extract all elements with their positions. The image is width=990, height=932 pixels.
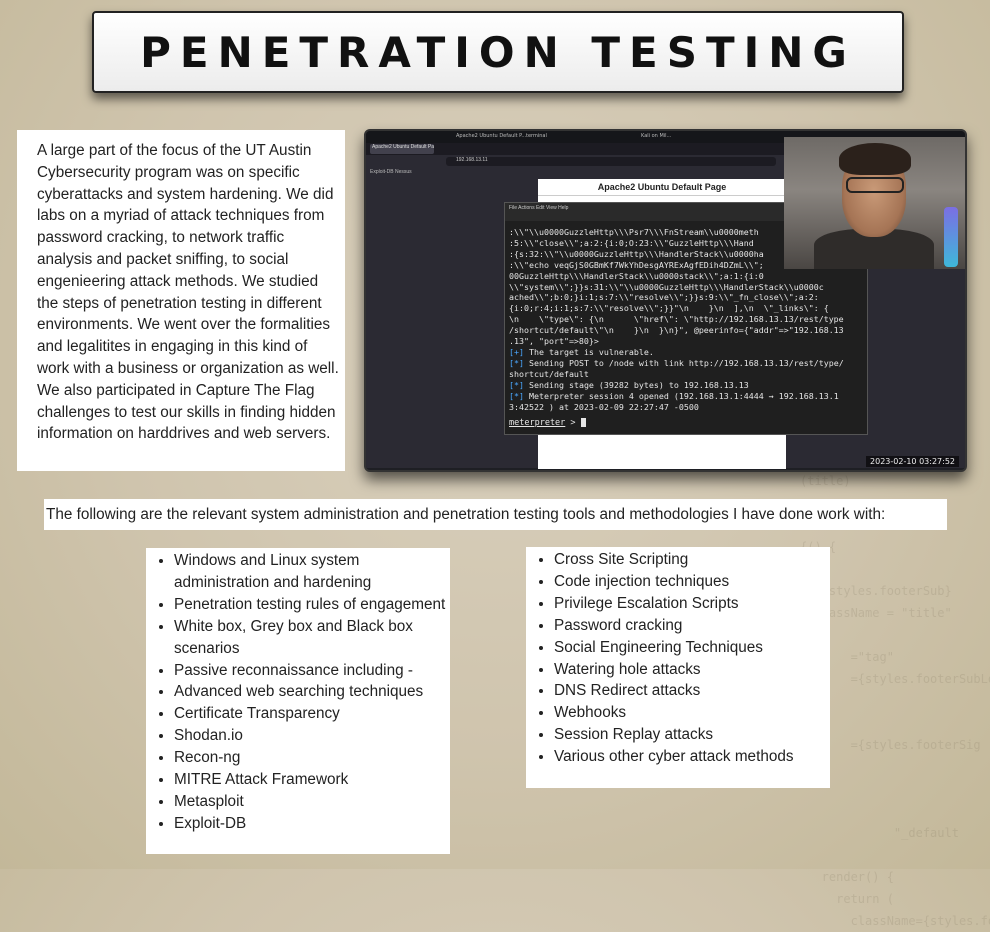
taskbar-item-terminal: terminal: [526, 133, 547, 139]
taskbar-item-browser: Apache2 Ubuntu Default P...: [456, 133, 527, 139]
list-item: Webhooks: [554, 702, 830, 724]
tools-intro: The following are the relevant system ad…: [44, 499, 947, 530]
status-text: Sending POST to /node with link http://1…: [524, 357, 844, 368]
status-tag: [*]: [509, 390, 524, 401]
list-item: Windows and Linux system administration …: [174, 550, 450, 594]
status-text: 3:42522 ) at 2023-02-09 22:27:47 -0500: [509, 401, 699, 412]
prompt-label: meterpreter: [509, 418, 566, 428]
terminal-line: \\"system\\";}}s:31:\\"\\u0000GuzzleHttp…: [509, 281, 824, 292]
terminal-line: :\\"\\u0000GuzzleHttp\\\Psr7\\\FnStream\…: [509, 227, 759, 237]
penetration-test-screenshot: Apache2 Ubuntu Default P... terminal Kal…: [364, 129, 967, 472]
browser-tab: Apache2 Ubuntu Default Pa: [370, 144, 434, 154]
terminal-prompt: meterpreter >: [509, 418, 586, 428]
status-tag: [*]: [509, 379, 524, 390]
terminal-line: {i:0;r:4;i:1;s:7:\\"resolve\\";}}"\n }\n…: [509, 303, 829, 314]
title-banner: PENETRATION TESTING: [92, 11, 904, 93]
screenshot-timestamp: 2023-02-10 03:27:52: [866, 456, 959, 467]
terminal-line: .13", "port"=>80}>: [509, 336, 599, 347]
tools-list-left: Windows and Linux system administration …: [146, 548, 450, 854]
list-item: Recon-ng: [174, 747, 450, 769]
status-tag: [+]: [509, 346, 524, 357]
list-item: Certificate Transparency: [174, 703, 450, 725]
status-text: shortcut/default: [509, 368, 589, 379]
webcam-rgb-light: [944, 207, 958, 267]
list-item: MITRE Attack Framework: [174, 769, 450, 791]
list-item: Exploit-DB: [174, 813, 450, 835]
list-item: Advanced web searching techniques: [174, 681, 450, 703]
page-title: PENETRATION TESTING: [140, 27, 856, 77]
terminal-line: :{s:32:\\"\\u0000GuzzleHttp\\\HandlerSta…: [509, 248, 764, 259]
apache-page-title: Apache2 Ubuntu Default Page: [538, 179, 786, 196]
status-tag: [*]: [509, 357, 524, 368]
status-text: The target is vulnerable.: [524, 346, 654, 357]
list-item: Social Engineering Techniques: [554, 637, 830, 659]
intro-text: A large part of the focus of the UT Aust…: [17, 130, 345, 471]
list-item: Metasploit: [174, 791, 450, 813]
terminal-cursor: [580, 418, 586, 427]
tools-list: Windows and Linux system administration …: [146, 550, 450, 835]
browser-bookmarks: Exploit-DB Nessus: [370, 169, 412, 175]
terminal-line: :5:\\"close\\";a:2:{i:0;O:23:\\"GuzzleHt…: [509, 237, 754, 248]
list-item: Various other cyber attack methods: [554, 746, 830, 768]
list-item: Shodan.io: [174, 725, 450, 747]
list-item: Watering hole attacks: [554, 659, 830, 681]
webcam-person-hair: [839, 143, 911, 175]
terminal-line: ached\\";b:0;}i:1;s:7:\\"resolve\\";}}s:…: [509, 292, 819, 303]
list-item: Code injection techniques: [554, 571, 830, 593]
terminal-line: /shortcut/default\"\n }\n }\n}", @peerin…: [509, 325, 844, 336]
list-item: Session Replay attacks: [554, 724, 830, 746]
browser-url-bar: 192.168.13.11: [446, 157, 776, 166]
status-text: Sending stage (39282 bytes) to 192.168.1…: [524, 379, 749, 390]
tools-list-right: Cross Site Scripting Code injection tech…: [526, 547, 830, 788]
list-item: Penetration testing rules of engagement: [174, 594, 450, 616]
list-item: DNS Redirect attacks: [554, 680, 830, 702]
list-item: White box, Grey box and Black box scenar…: [174, 616, 450, 660]
webcam-person-glasses: [846, 177, 904, 193]
list-item: Cross Site Scripting: [554, 549, 830, 571]
status-text: Meterpreter session 4 opened (192.168.13…: [524, 390, 839, 401]
prompt-suffix: >: [565, 418, 581, 428]
terminal-line: :\\"echo veqGjS0GBmKf7WkYhDesgAYRExAgfED…: [509, 259, 764, 270]
terminal-line: \n \"type\": {\n \"href\": \"http://192.…: [509, 314, 844, 325]
taskbar-item-vm: Kali on Mil...: [641, 133, 672, 139]
list-item: Privilege Escalation Scripts: [554, 593, 830, 615]
list-item: Password cracking: [554, 615, 830, 637]
tools-list: Cross Site Scripting Code injection tech…: [526, 549, 830, 768]
terminal-line: 00GuzzleHttp\\\HandlerStack\\u0000stack\…: [509, 270, 764, 281]
list-item: Passive reconnaissance including -: [174, 660, 450, 682]
webcam-overlay: [784, 137, 965, 269]
